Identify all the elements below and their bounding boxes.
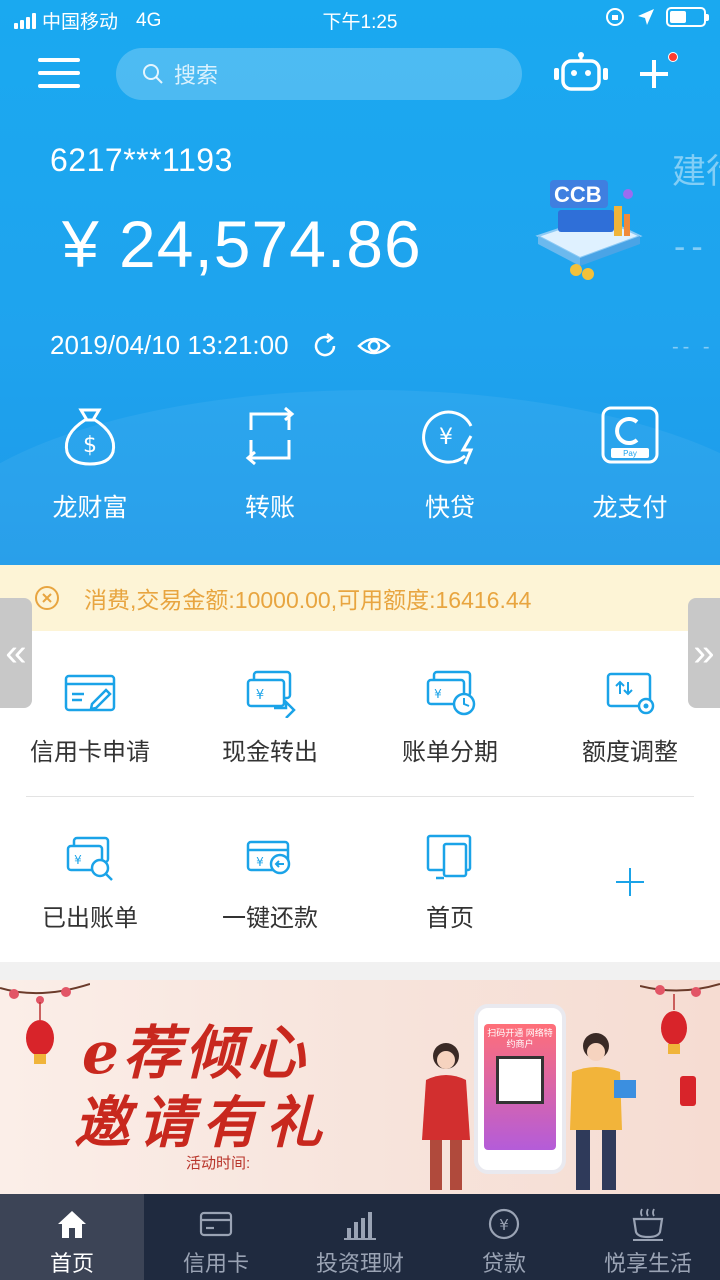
tab-label: 投资理财 (315, 1251, 404, 1276)
quick-action-quick-loan[interactable]: ¥ 快贷 (380, 400, 520, 524)
bottom-tab-bar: 首页 信用卡 投资理财 ¥ 贷款 悦享生活 (0, 1194, 720, 1280)
status-right-icons (604, 6, 709, 28)
tab-label: 贷款 (481, 1251, 526, 1276)
svg-text:¥: ¥ (434, 687, 442, 701)
transaction-notice-bar[interactable]: 消费,交易金额:10000.00,可用额度:16416.44 (0, 565, 720, 631)
menu-button[interactable] (38, 58, 80, 88)
man-figure-icon (570, 1033, 636, 1190)
robot-assistant-icon[interactable] (552, 52, 610, 94)
top-bar: 搜索 (0, 46, 720, 102)
woman-figure-icon (422, 1043, 470, 1190)
quick-action-label: 龙支付 (592, 494, 668, 522)
tab-lifestyle[interactable]: 悦享生活 (576, 1194, 720, 1280)
search-icon (143, 64, 163, 84)
credit-card-apply-icon (64, 674, 116, 712)
section-gap (0, 962, 720, 980)
account-header: 中国移动 4G 下午1:25 搜索 6217***1193 ¥ 24,574.8… (0, 0, 720, 565)
qr-code-icon (496, 1056, 544, 1104)
service-issued-bill[interactable]: ¥ 已出账单 (0, 834, 180, 933)
quick-action-label: 转账 (244, 494, 295, 522)
tab-loan[interactable]: ¥ 贷款 (432, 1194, 576, 1280)
close-notice-icon[interactable] (34, 585, 60, 611)
home-icon (58, 1211, 86, 1238)
peek-card-subvalue: -- - (672, 336, 714, 358)
svg-text:CCB: CCB (554, 182, 602, 207)
promo-banner[interactable]: e荐倾心 邀请有礼 活动时间: 扫码开通 网络特约商户 (0, 980, 720, 1194)
peek-card-value: -- (674, 228, 709, 266)
card-number: 6217***1193 (50, 142, 233, 178)
refresh-icon[interactable] (311, 332, 339, 360)
battery-icon (666, 7, 709, 27)
balance-timestamp: 2019/04/10 13:21:00 (50, 330, 289, 360)
issued-bill-icon: ¥ (66, 836, 113, 881)
service-label: 账单分期 (402, 739, 498, 766)
tab-label: 信用卡 (182, 1251, 249, 1276)
grid-divider (26, 796, 694, 797)
lantern-left-icon (0, 983, 90, 1064)
svg-text:Pay: Pay (623, 449, 637, 458)
quick-action-transfer[interactable]: 转账 (200, 400, 340, 524)
service-credit-card-apply[interactable]: 信用卡申请 (0, 668, 180, 767)
tab-investment[interactable]: 投资理财 (288, 1194, 432, 1280)
status-bar: 中国移动 4G 下午1:25 (0, 0, 720, 38)
banner-activity-time: 活动时间: (186, 1155, 251, 1172)
lantern-right-icon (640, 983, 720, 1106)
svg-text:$: $ (83, 433, 97, 458)
svg-text:¥: ¥ (499, 1216, 509, 1234)
credit-card-icon (199, 1211, 233, 1237)
svg-text:¥: ¥ (439, 425, 453, 450)
service-bill-installment[interactable]: ¥ 账单分期 (360, 668, 540, 767)
phone-illustration: 扫码开通 网络特约商户 (474, 1004, 566, 1174)
tab-label: 悦享生活 (603, 1251, 692, 1276)
service-label: 现金转出 (222, 739, 318, 766)
location-arrow-icon (638, 9, 654, 25)
home-screen-icon (426, 834, 472, 880)
search-bar[interactable]: 搜索 (116, 48, 522, 100)
svg-text:¥: ¥ (256, 688, 264, 703)
tab-credit-card[interactable]: 信用卡 (144, 1194, 288, 1280)
yen-circle-icon: ¥ (488, 1208, 520, 1240)
service-limit-adjust[interactable]: 额度调整 (540, 668, 720, 767)
service-label: 额度调整 (582, 739, 678, 766)
orientation-lock-icon (606, 8, 624, 26)
coffee-cup-icon (632, 1208, 664, 1241)
plus-icon (616, 868, 644, 896)
cash-out-icon: ¥ (246, 670, 296, 718)
money-bag-icon: $ (64, 408, 116, 466)
search-placeholder: 搜索 (174, 63, 219, 88)
quick-action-label: 龙财富 (52, 494, 128, 522)
notification-dot (668, 52, 678, 62)
limit-adjust-icon (606, 672, 655, 715)
service-home-screen[interactable]: 首页 (360, 834, 540, 933)
quick-loan-icon: ¥ (422, 410, 474, 465)
add-service-button[interactable] (540, 858, 720, 922)
quick-action-label: 快贷 (424, 494, 475, 522)
tab-label: 首页 (49, 1251, 94, 1276)
bill-installment-icon: ¥ (426, 670, 476, 716)
quick-action-long-wealth[interactable]: $ 龙财富 (20, 400, 160, 524)
service-label: 已出账单 (42, 905, 138, 932)
banner-subtitle: 邀请有礼 (74, 1090, 330, 1156)
peek-card-title: 建行 (672, 153, 720, 191)
eye-icon[interactable] (356, 334, 391, 358)
account-balance: ¥ 24,574.86 (62, 207, 422, 281)
long-pay-icon: Pay (601, 406, 659, 464)
ccb-treasure-promo-icon[interactable]: CCB (528, 166, 648, 286)
svg-text:¥: ¥ (74, 853, 82, 867)
balance-timestamp-row: 2019/04/10 13:21:00 (50, 330, 391, 361)
quick-action-long-pay[interactable]: Pay 龙支付 (560, 400, 700, 524)
service-label: 信用卡申请 (30, 739, 150, 766)
svg-text:¥: ¥ (256, 855, 264, 869)
one-key-repay-icon: ¥ (246, 840, 291, 875)
transfer-icon (245, 406, 295, 466)
add-button[interactable] (634, 52, 678, 94)
phone-caption: 扫码开通 网络特约商户 (487, 1028, 553, 1049)
service-cash-out[interactable]: ¥ 现金转出 (180, 668, 360, 767)
service-one-key-repay[interactable]: ¥ 一键还款 (180, 834, 360, 933)
tab-home[interactable]: 首页 (0, 1194, 144, 1280)
bar-chart-icon (344, 1212, 376, 1240)
service-label: 一键还款 (222, 905, 318, 932)
notice-text: 消费,交易金额:10000.00,可用额度:16416.44 (84, 587, 532, 613)
service-label: 首页 (426, 905, 474, 932)
